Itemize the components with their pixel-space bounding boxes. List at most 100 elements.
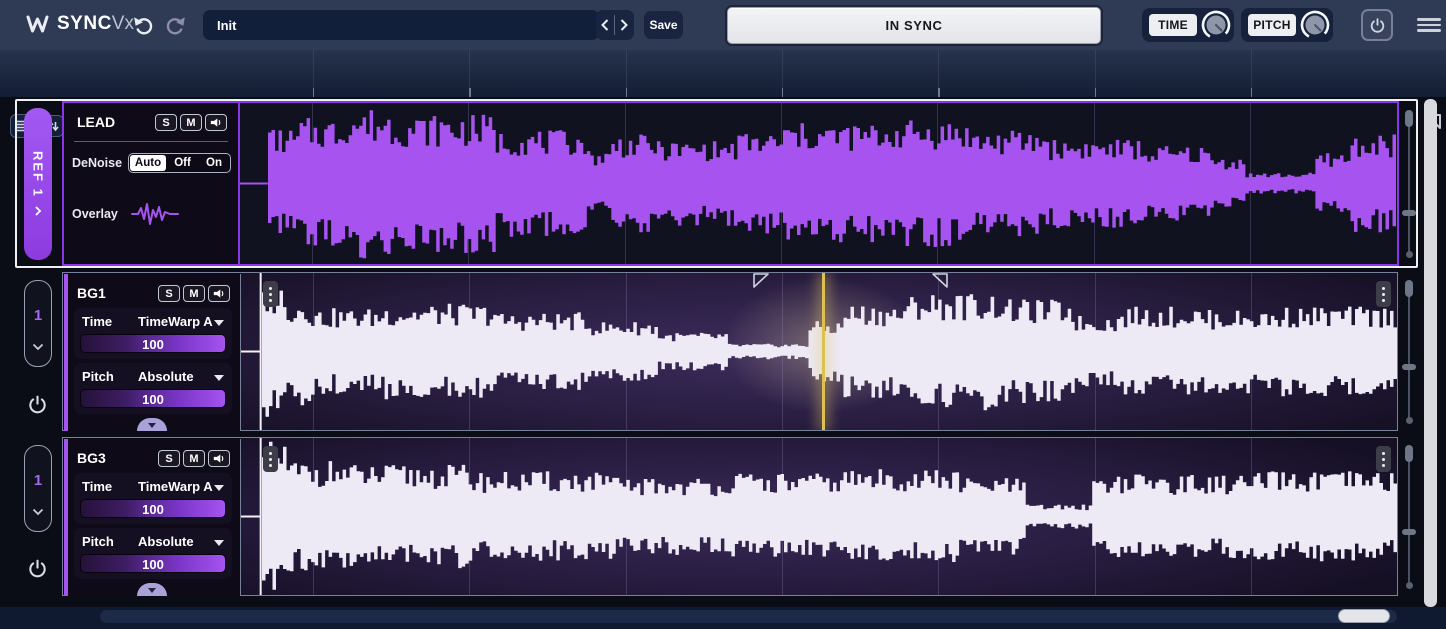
denoise-option-on[interactable]: On (199, 157, 229, 169)
save-button[interactable]: Save (644, 11, 683, 39)
track-options-menu-right[interactable] (1376, 446, 1391, 472)
pitch-mode-dropdown[interactable]: Absolute (138, 369, 194, 384)
time-amount-slider[interactable]: 100 (80, 334, 226, 353)
bg3-power-button[interactable] (27, 558, 48, 579)
bg1-waveform-display[interactable] (241, 273, 1397, 430)
ruler-tick-mark (1251, 88, 1253, 97)
timeline-ruler[interactable]: DAW REF 500ms 01:25.00 01:25.50 01:26.00… (0, 50, 1446, 97)
group-number: 1 (25, 307, 51, 324)
time-panel: Time TimeWarp A 100 (74, 473, 232, 524)
speaker-icon (213, 288, 226, 299)
chevron-left-icon (600, 18, 610, 32)
mute-button[interactable]: M (180, 114, 202, 131)
slider-handle[interactable] (1402, 210, 1416, 216)
sync-vx-plugin-window: SYNCVx (0, 0, 1446, 629)
track-options-menu-left[interactable] (263, 446, 278, 472)
ruler-tick-mark (938, 88, 940, 97)
bg3-waveform-display[interactable] (241, 438, 1397, 595)
pitch-amount-slider[interactable]: 100 (80, 389, 226, 408)
ref-waveform-display[interactable] (240, 103, 1396, 264)
solo-button[interactable]: S (158, 285, 180, 302)
bg1-power-button[interactable] (27, 394, 48, 415)
ref-zoom-slider[interactable] (1402, 110, 1416, 258)
bg3-group-selector[interactable]: 1 (24, 445, 52, 532)
chevron-down-icon (32, 508, 44, 516)
redo-icon (164, 16, 186, 35)
chevron-down-icon (148, 588, 156, 593)
mute-button[interactable]: M (183, 285, 205, 302)
sync-playhead[interactable] (822, 273, 825, 430)
denoise-option-auto[interactable]: Auto (130, 155, 166, 171)
dropdown-caret-icon[interactable] (214, 485, 224, 491)
ref-group-pill[interactable]: REF 1 (24, 108, 52, 260)
time-amount-slider[interactable]: 100 (80, 499, 226, 518)
time-knob[interactable] (1201, 10, 1231, 40)
slider-handle[interactable] (1402, 529, 1416, 535)
expand-track-button[interactable] (137, 418, 167, 431)
track-options-menu-left[interactable] (263, 281, 278, 307)
bg1-group-selector[interactable]: 1 (24, 280, 52, 367)
monitor-button[interactable] (208, 450, 230, 467)
warp-region-end-marker[interactable] (931, 273, 948, 289)
undo-icon (133, 16, 155, 35)
slider-end-dot (1406, 417, 1413, 424)
overlay-waveform-button[interactable] (130, 200, 180, 228)
hamburger-icon (1417, 18, 1441, 21)
redo-button[interactable] (163, 14, 187, 36)
slider-top-handle[interactable] (1405, 280, 1413, 297)
sync-status-button[interactable]: IN SYNC (727, 7, 1101, 44)
slider-top-handle[interactable] (1405, 110, 1413, 127)
divider (74, 141, 228, 142)
next-preset-button[interactable] (615, 10, 633, 40)
preset-name-input[interactable] (203, 10, 599, 40)
denoise-option-off[interactable]: Off (166, 157, 199, 169)
track-name: BG3 (77, 450, 106, 466)
solo-button[interactable]: S (158, 450, 180, 467)
slider-track (1408, 288, 1410, 420)
group-number: 1 (25, 472, 51, 489)
monitor-button[interactable] (205, 114, 227, 131)
slider-handle[interactable] (1402, 364, 1416, 370)
slider-top-handle[interactable] (1405, 445, 1413, 462)
denoise-label: DeNoise (72, 156, 122, 170)
dropdown-caret-icon[interactable] (214, 540, 224, 546)
ref-group-label: REF 1 (31, 151, 46, 198)
pitch-panel: Pitch Absolute 100 (74, 528, 232, 579)
mute-button[interactable]: M (183, 450, 205, 467)
time-label: Time (82, 479, 112, 494)
chevron-right-icon (619, 18, 629, 32)
previous-preset-button[interactable] (596, 10, 614, 40)
pitch-knob[interactable] (1300, 10, 1330, 40)
app-name-suffix: Vx (112, 13, 134, 34)
ruler-tick-mark (313, 88, 315, 97)
pitch-mode-dropdown[interactable]: Absolute (138, 534, 194, 549)
undo-button[interactable] (132, 14, 156, 36)
pitch-amount-slider[interactable]: 100 (80, 554, 226, 573)
overlay-label: Overlay (72, 207, 118, 221)
ruler-tick-mark (782, 88, 784, 97)
bg1-zoom-slider[interactable] (1402, 280, 1416, 424)
expand-track-button[interactable] (137, 583, 167, 596)
track-name: BG1 (77, 285, 106, 301)
warp-region-start-marker[interactable] (753, 273, 770, 289)
bg1-waveform (241, 273, 1397, 430)
track-options-menu-right[interactable] (1376, 281, 1391, 307)
time-mode-dropdown[interactable]: TimeWarp A (138, 479, 213, 494)
dropdown-caret-icon[interactable] (214, 320, 224, 326)
ref-track-header: LEAD S M DeNoise Auto Off On Overlay (64, 103, 240, 264)
speaker-icon (213, 453, 226, 464)
chevron-right-icon (34, 205, 42, 217)
horizontal-scrollbar-thumb[interactable] (1338, 609, 1390, 623)
time-control-group: TIME (1142, 8, 1234, 42)
monitor-button[interactable] (208, 285, 230, 302)
vertical-scrollbar[interactable] (1424, 99, 1437, 607)
time-label: Time (82, 314, 112, 329)
time-mode-dropdown[interactable]: TimeWarp A (138, 314, 213, 329)
solo-button[interactable]: S (155, 114, 177, 131)
bypass-power-button[interactable] (1361, 9, 1393, 41)
dropdown-caret-icon[interactable] (214, 375, 224, 381)
menu-button[interactable] (1417, 18, 1441, 32)
bg3-zoom-slider[interactable] (1402, 445, 1416, 589)
horizontal-scrollbar-track[interactable] (100, 610, 1397, 623)
ruler-tick-mark (626, 88, 628, 97)
